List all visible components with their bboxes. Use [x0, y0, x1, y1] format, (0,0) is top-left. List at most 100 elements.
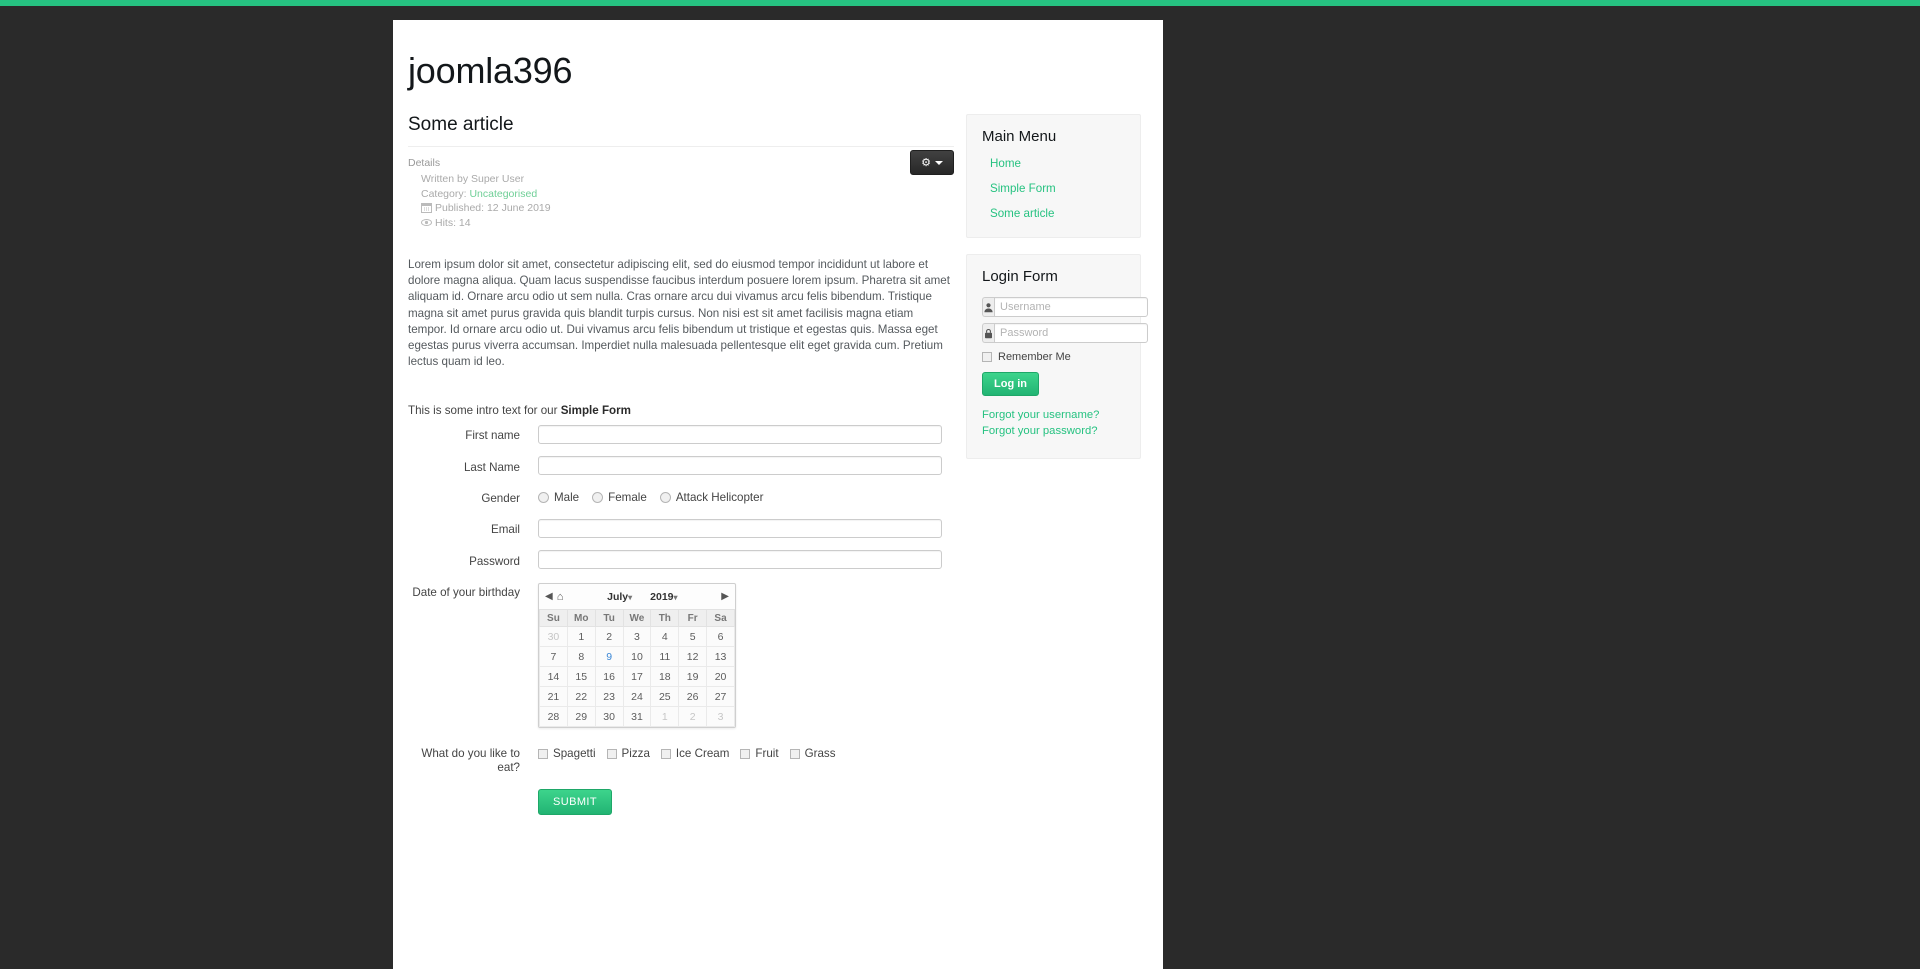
- last-name-input[interactable]: [538, 456, 942, 476]
- calendar-month-select[interactable]: July▾: [607, 591, 632, 603]
- calendar-day-15[interactable]: 15: [566, 666, 596, 688]
- article-actions-button[interactable]: ⚙: [910, 150, 954, 175]
- eat-option-label: Pizza: [621, 747, 650, 761]
- forgot-password-link[interactable]: Forgot your password?: [982, 425, 1125, 437]
- calendar-day-12[interactable]: 12: [678, 646, 708, 668]
- calendar-grid: Su Mo Tu We Th Fr Sa 30 1 2 3 4 5 6 7 8 9 10 11 12 13 14 15 16…: [539, 609, 735, 728]
- first-name-input[interactable]: [538, 424, 942, 444]
- calendar-day-11[interactable]: 11: [650, 646, 680, 668]
- published-value: 12 June 2019: [486, 202, 551, 215]
- calendar-day-10[interactable]: 10: [622, 646, 652, 668]
- checkbox-icon[interactable]: [982, 352, 992, 362]
- form-intro-bold: Simple Form: [560, 404, 631, 418]
- calendar-day-30[interactable]: 30: [539, 626, 568, 648]
- calendar-week-row: 14 15 16 17 18 19 20: [539, 666, 735, 688]
- calendar-icon: [421, 202, 432, 214]
- home-icon[interactable]: ⌂: [557, 591, 564, 603]
- eat-option-fruit[interactable]: Fruit: [740, 747, 779, 760]
- password-input[interactable]: [538, 550, 942, 570]
- calendar-weekday: Fr: [678, 609, 708, 628]
- main-column: Some article ⚙ Details Written by Super …: [408, 114, 954, 827]
- gender-option-attack-helicopter[interactable]: Attack Helicopter: [659, 491, 763, 504]
- article-author: Written by Super User: [421, 172, 525, 185]
- triangle-left-icon[interactable]: ◀: [545, 591, 553, 602]
- menu-link-some-article[interactable]: Some article: [982, 207, 1125, 220]
- calendar-day-21[interactable]: 21: [539, 686, 568, 708]
- main-menu-item: Simple Form: [982, 182, 1125, 195]
- triangle-right-icon[interactable]: ▶: [721, 591, 729, 602]
- main-menu-item: Home: [982, 157, 1125, 170]
- calendar-day-28[interactable]: 28: [539, 706, 568, 728]
- main-menu-item: Some article: [982, 207, 1125, 220]
- calendar-day-5[interactable]: 5: [678, 626, 708, 648]
- checkbox-icon[interactable]: [789, 748, 800, 759]
- category-link[interactable]: Uncategorised: [469, 188, 537, 200]
- form-row-birthday: Date of your birthday ◀ ⌂ July▾ 2019▾ ▶ …: [408, 581, 954, 729]
- eat-option-pizza[interactable]: Pizza: [606, 747, 650, 761]
- calendar-day-17[interactable]: 17: [622, 666, 652, 688]
- eat-option-label: Ice Cream: [675, 747, 730, 761]
- gender-option-female[interactable]: Female: [592, 491, 647, 504]
- calendar-day-2[interactable]: 2: [594, 626, 624, 648]
- submit-spacer: [408, 789, 538, 794]
- radio-icon[interactable]: [592, 492, 604, 504]
- calendar-day-6[interactable]: 6: [706, 626, 735, 648]
- forgot-username-link[interactable]: Forgot your username?: [982, 409, 1125, 421]
- checkbox-icon[interactable]: [740, 748, 751, 759]
- checkbox-icon[interactable]: [538, 748, 548, 759]
- calendar-day-19[interactable]: 19: [678, 666, 708, 688]
- calendar-weekday: We: [622, 609, 652, 628]
- radio-icon[interactable]: [538, 492, 549, 504]
- username-input[interactable]: [994, 297, 1148, 317]
- login-button[interactable]: Log in: [982, 372, 1039, 396]
- login-form-title: Login Form: [982, 268, 1058, 285]
- calendar-day-20[interactable]: 20: [706, 666, 735, 688]
- first-name-label: First name: [465, 429, 520, 443]
- eat-option-ice-cream[interactable]: Ice Cream: [660, 747, 730, 761]
- calendar-year-select[interactable]: 2019▾: [650, 591, 677, 603]
- gender-option-male[interactable]: Male: [538, 491, 579, 504]
- eat-option-label: Spagetti: [553, 747, 596, 761]
- calendar-day-7[interactable]: 7: [539, 646, 568, 668]
- eat-option-grass[interactable]: Grass: [789, 747, 836, 760]
- calendar-day-3[interactable]: 3: [622, 626, 652, 648]
- calendar-day-30[interactable]: 30: [594, 706, 624, 728]
- form-row-password: Password: [408, 550, 954, 570]
- remember-me-row[interactable]: Remember Me: [982, 351, 1125, 363]
- calendar-day-25[interactable]: 25: [650, 686, 680, 708]
- email-input[interactable]: [538, 518, 942, 538]
- calendar-day-14[interactable]: 14: [539, 666, 568, 688]
- gender-option-label: Male: [554, 491, 580, 505]
- calendar-weekday: Su: [539, 609, 568, 628]
- calendar-weekday: Sa: [706, 609, 735, 628]
- calendar-day-16[interactable]: 16: [594, 666, 624, 688]
- menu-link-simple-form[interactable]: Simple Form: [982, 182, 1125, 195]
- calendar-day-26[interactable]: 26: [678, 686, 708, 708]
- radio-icon[interactable]: [659, 492, 671, 504]
- form-row-email: Email: [408, 518, 954, 538]
- calendar-day-13[interactable]: 13: [706, 646, 735, 668]
- calendar-day-23[interactable]: 23: [594, 686, 624, 708]
- calendar-day-8[interactable]: 8: [566, 646, 596, 668]
- login-help-links: Forgot your username? Forgot your passwo…: [982, 409, 1125, 437]
- calendar-day-9[interactable]: 9: [594, 646, 624, 668]
- calendar-day-1[interactable]: 1: [566, 626, 596, 648]
- calendar-day-31[interactable]: 31: [622, 706, 652, 728]
- calendar-day-1[interactable]: 1: [650, 706, 680, 728]
- date-picker-calendar[interactable]: ◀ ⌂ July▾ 2019▾ ▶ Su Mo Tu We Th Fr Sa 3…: [538, 583, 736, 729]
- checkbox-icon[interactable]: [660, 748, 671, 759]
- login-password-input[interactable]: [994, 323, 1148, 343]
- eat-label: What do you like to eat?: [421, 747, 520, 775]
- calendar-day-2[interactable]: 2: [678, 706, 708, 728]
- calendar-day-18[interactable]: 18: [650, 666, 680, 688]
- calendar-day-29[interactable]: 29: [566, 706, 596, 728]
- calendar-day-24[interactable]: 24: [622, 686, 652, 708]
- menu-link-home[interactable]: Home: [982, 157, 1125, 170]
- calendar-day-27[interactable]: 27: [706, 686, 735, 708]
- calendar-day-3[interactable]: 3: [706, 706, 735, 728]
- calendar-day-4[interactable]: 4: [650, 626, 680, 648]
- calendar-day-22[interactable]: 22: [566, 686, 596, 708]
- eat-option-spagetti[interactable]: Spagetti: [538, 747, 596, 760]
- checkbox-icon[interactable]: [606, 748, 617, 759]
- submit-button[interactable]: SUBMIT: [538, 789, 612, 816]
